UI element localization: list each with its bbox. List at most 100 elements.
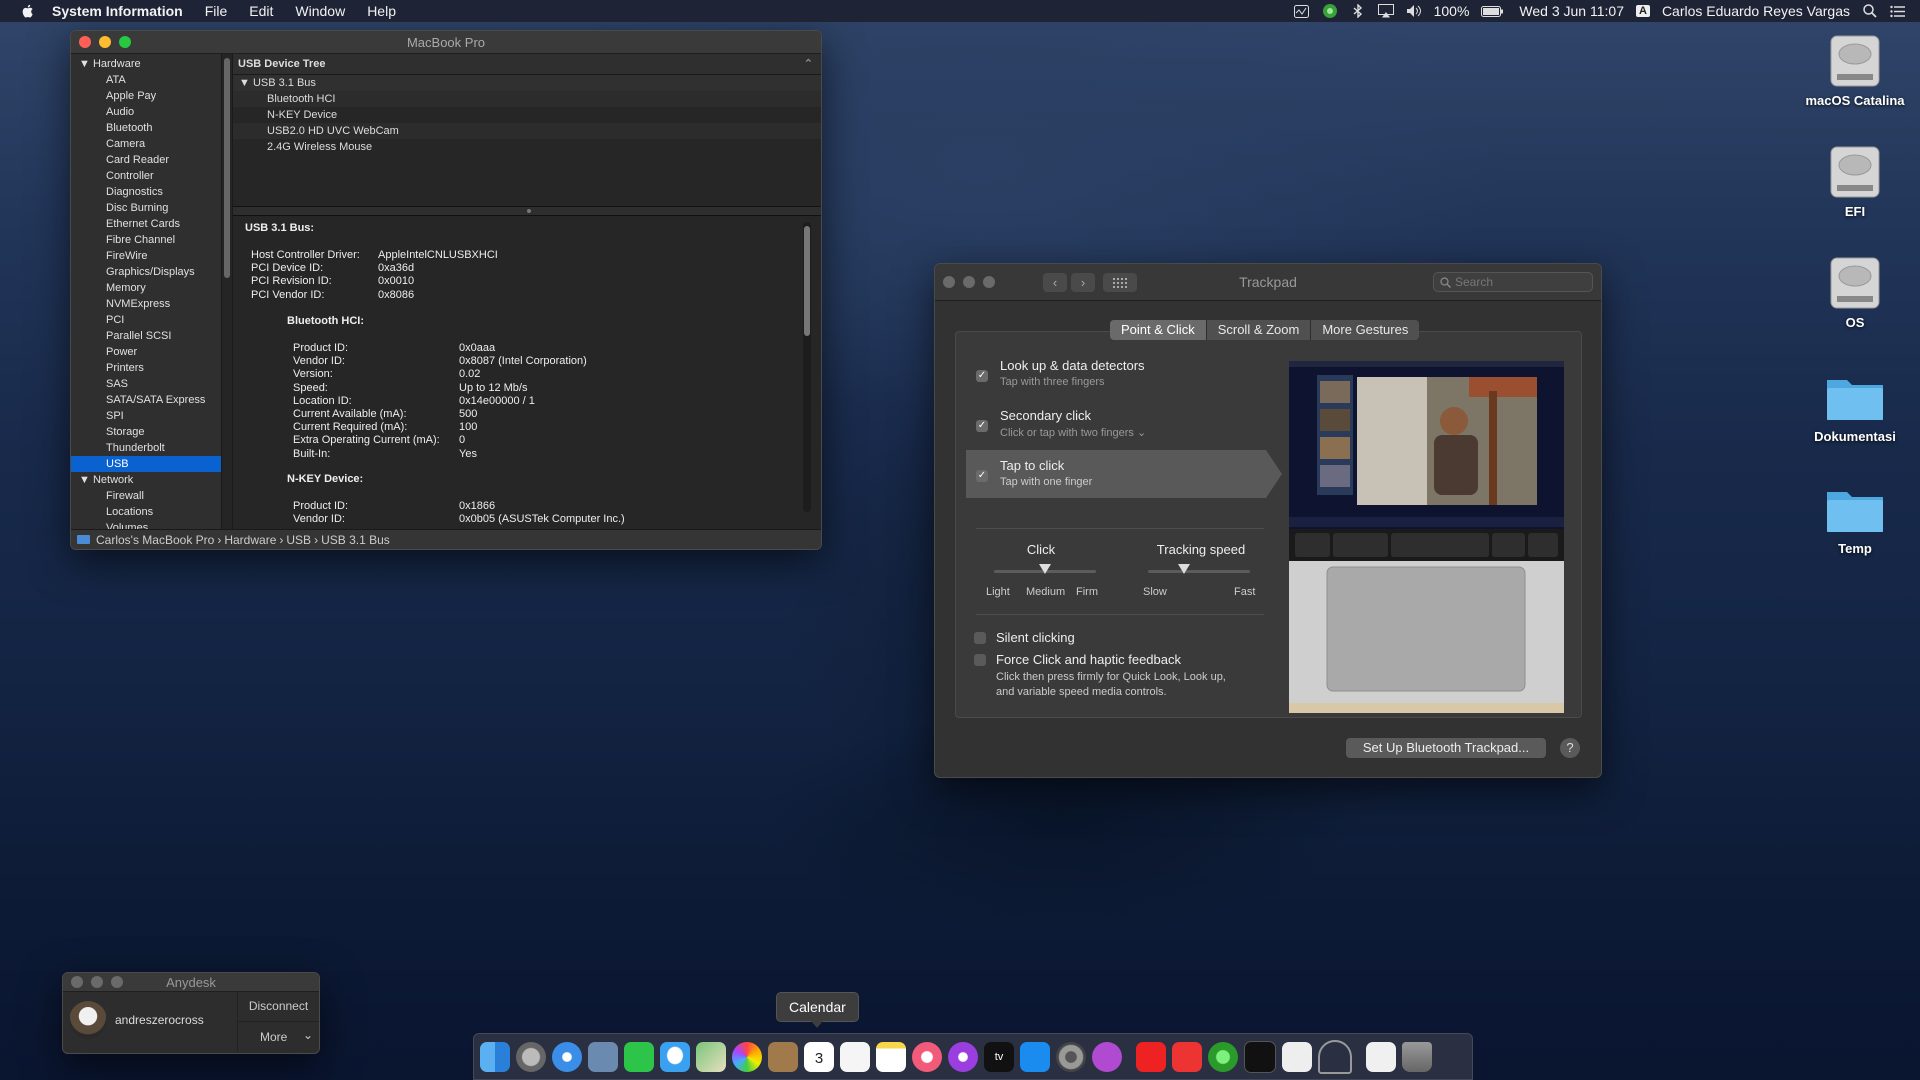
bluetooth-icon[interactable] [1350,3,1366,19]
sidebar-item[interactable]: NVMExpress [71,296,221,312]
minimize-button[interactable] [963,276,975,288]
scrollbar-thumb[interactable] [804,226,810,336]
finder-icon[interactable] [480,1041,510,1072]
globe-app-icon[interactable] [1208,1041,1238,1072]
forward-button[interactable]: › [1071,273,1095,292]
setup-bluetooth-trackpad-button[interactable]: Set Up Bluetooth Trackpad... [1346,738,1546,758]
launchpad-icon[interactable] [516,1041,546,1072]
tracking-slider-knob[interactable] [1177,564,1190,574]
zoom-button[interactable] [111,976,123,988]
disconnect-button[interactable]: Disconnect [238,992,319,1022]
desktop-folder-dokumentasi[interactable]: Dokumentasi [1800,372,1910,444]
click-slider-knob[interactable] [1039,564,1051,574]
split-divider[interactable] [233,206,821,216]
path-segment[interactable]: USB 3.1 Bus [321,533,390,547]
help-button[interactable]: ? [1560,738,1580,758]
sidebar-item[interactable]: SPI [71,408,221,424]
tree-row-device[interactable]: N-KEY Device [233,107,821,123]
tab-more-gestures[interactable]: More Gestures [1311,320,1420,340]
tap-to-click-checkbox[interactable]: ✓ [976,470,988,482]
sidebar-group-hardware[interactable]: ▼ Hardware [71,56,221,72]
notification-center-icon[interactable] [1890,3,1906,19]
messages-icon[interactable] [660,1041,690,1072]
sidebar-item[interactable]: Ethernet Cards [71,216,221,232]
desktop-drive-macos-catalina[interactable]: macOS Catalina [1800,30,1910,108]
title-bar[interactable]: MacBook Pro [71,31,821,54]
scrollbar-thumb[interactable] [224,58,230,278]
anydesk-icon[interactable] [1172,1041,1202,1072]
sidebar-item[interactable]: Storage [71,424,221,440]
sidebar-item[interactable]: Disc Burning [71,200,221,216]
sidebar-item[interactable]: Parallel SCSI [71,328,221,344]
sidebar-group-network[interactable]: ▼ Network [71,472,221,488]
disk-utility-icon[interactable] [1318,1039,1352,1074]
anydesk-icon[interactable] [1136,1041,1166,1072]
sidebar-item[interactable]: Printers [71,360,221,376]
reminders-icon[interactable] [840,1041,870,1072]
sidebar-item[interactable]: Fibre Channel [71,232,221,248]
path-segment[interactable]: Carlos's MacBook Pro [96,533,214,547]
safari-icon[interactable] [552,1041,582,1072]
tab-point-click[interactable]: Point & Click [1110,320,1207,340]
sidebar-item[interactable]: Locations [71,504,221,520]
feedback-icon[interactable] [1092,1041,1122,1072]
user-name[interactable]: Carlos Eduardo Reyes Vargas [1662,3,1850,19]
battery-icon[interactable] [1481,3,1504,19]
show-all-button[interactable] [1103,273,1137,292]
terminal-icon[interactable] [1244,1040,1276,1073]
menu-window[interactable]: Window [295,3,345,19]
sidebar-item[interactable]: Memory [71,280,221,296]
tree-row-bus[interactable]: ▼ USB 3.1 Bus [233,75,821,91]
menu-app-name[interactable]: System Information [52,3,183,19]
maps-icon[interactable] [696,1041,726,1072]
secondary-click-dropdown[interactable]: Click or tap with two fingers ⌄ [1000,426,1146,439]
sidebar-item[interactable]: Apple Pay [71,88,221,104]
sidebar-item[interactable]: Diagnostics [71,184,221,200]
sidebar-item[interactable]: FireWire [71,248,221,264]
secondary-click-checkbox[interactable]: ✓ [976,420,988,432]
more-button[interactable]: More ⌄ [238,1022,319,1052]
desktop-folder-temp[interactable]: Temp [1800,484,1910,556]
tree-header[interactable]: USB Device Tree ⌃ [233,54,821,75]
close-button[interactable] [943,276,955,288]
collapse-chevron-icon[interactable]: ⌃ [804,54,813,74]
apple-menu-icon[interactable] [20,3,36,19]
silent-clicking-checkbox[interactable] [974,632,986,644]
sidebar-item[interactable]: USB [71,456,221,472]
option-look-up[interactable]: ✓ Look up & data detectors Tap with thre… [966,350,1266,398]
activity-monitor-icon[interactable] [1294,3,1310,19]
textedit-icon[interactable] [1282,1041,1312,1072]
path-segment[interactable]: Hardware [224,533,276,547]
sidebar-item[interactable]: Firewall [71,488,221,504]
menu-edit[interactable]: Edit [249,3,273,19]
calendar-icon[interactable]: 3 [804,1041,834,1072]
tree-row-device[interactable]: 2.4G Wireless Mouse [233,139,821,155]
close-button[interactable] [71,976,83,988]
option-secondary-click[interactable]: ✓ Secondary click Click or tap with two … [966,400,1266,448]
detail-scrollbar[interactable] [803,222,811,512]
sidebar-item[interactable]: SAS [71,376,221,392]
system-preferences-icon[interactable] [1056,1041,1086,1072]
app-store-icon[interactable] [1020,1041,1050,1072]
title-bar[interactable]: ‹ › Trackpad Search [935,264,1601,301]
menu-file[interactable]: File [205,3,228,19]
notes-icon[interactable] [876,1041,906,1072]
sidebar-item[interactable]: SATA/SATA Express [71,392,221,408]
zoom-button[interactable] [983,276,995,288]
sidebar-item[interactable]: Camera [71,136,221,152]
tree-row-device[interactable]: Bluetooth HCI [233,91,821,107]
airplay-icon[interactable] [1377,3,1394,19]
music-icon[interactable] [912,1041,942,1072]
downloads-stack-icon[interactable] [1366,1041,1396,1072]
tab-scroll-zoom[interactable]: Scroll & Zoom [1206,320,1312,340]
sidebar-item[interactable]: ATA [71,72,221,88]
zoom-button[interactable] [119,36,131,48]
globe-status-icon[interactable] [1322,3,1338,19]
sidebar-item[interactable]: Power [71,344,221,360]
sidebar-item[interactable]: Card Reader [71,152,221,168]
sidebar-item[interactable]: Thunderbolt [71,440,221,456]
volume-icon[interactable] [1406,3,1422,19]
preview-icon[interactable] [588,1041,618,1072]
option-tap-to-click[interactable]: ✓ Tap to click Tap with one finger [966,450,1282,498]
sidebar-item[interactable]: Graphics/Displays [71,264,221,280]
